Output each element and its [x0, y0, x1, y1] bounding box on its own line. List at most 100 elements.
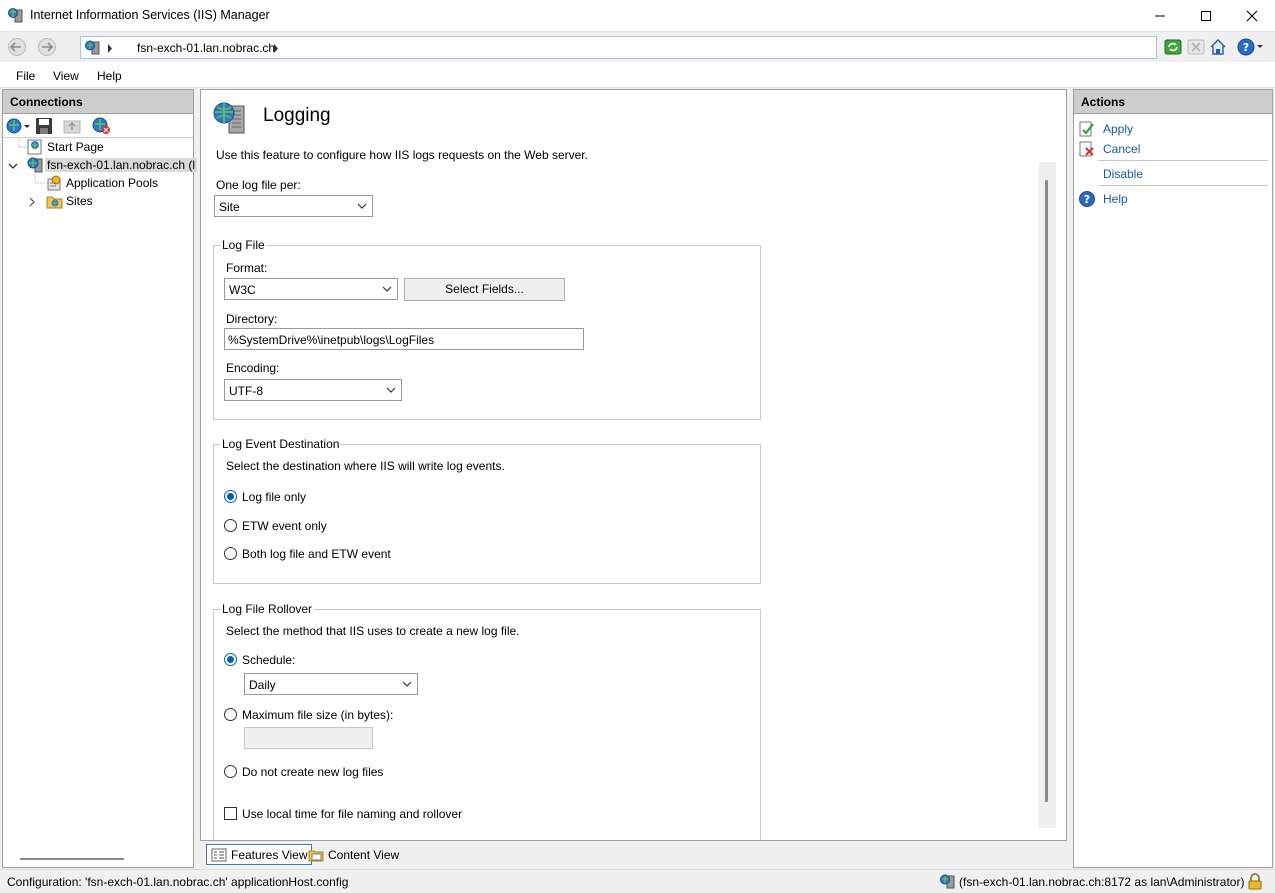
radio-label[interactable]: ETW event only — [242, 519, 327, 533]
rollover-description: Select the method that IIS uses to creat… — [226, 624, 520, 638]
tree-item-server[interactable]: fsn-exch-01.lan.nobrac.ch (l — [3, 156, 198, 174]
maximize-button[interactable] — [1183, 0, 1229, 31]
maximum-file-size-input[interactable] — [244, 727, 373, 749]
actions-title: Actions — [1081, 95, 1126, 109]
radio-label[interactable]: Schedule: — [242, 653, 295, 667]
group-legend: Log Event Destination — [220, 437, 342, 451]
main-vertical-scrollbar[interactable] — [1039, 162, 1056, 828]
tree-label: Start Page — [47, 140, 104, 154]
help-action[interactable]: ? Help — [1078, 190, 1268, 208]
scrollbar-thumb[interactable] — [1045, 180, 1048, 802]
radio-label[interactable]: Log file only — [242, 490, 306, 504]
action-label: Cancel — [1103, 142, 1141, 156]
radio-log-file-only[interactable] — [224, 490, 237, 503]
tree-label: Sites — [66, 194, 93, 208]
chevron-down-icon — [382, 286, 392, 292]
title-bar: Internet Information Services (IIS) Mana… — [0, 0, 1275, 31]
checkbox-label[interactable]: Use local time for file naming and rollo… — [242, 807, 462, 821]
chevron-down-icon[interactable] — [8, 160, 18, 174]
radio-label[interactable]: Do not create new log files — [242, 765, 383, 779]
format-dropdown[interactable]: W3C — [224, 278, 398, 300]
save-icon[interactable] — [35, 117, 53, 138]
chevron-right-icon[interactable] — [28, 196, 36, 210]
tree-item-sites[interactable]: Sites — [3, 192, 193, 210]
server-icon — [85, 40, 101, 58]
menu-help[interactable]: Help — [97, 69, 122, 83]
tab-content-view[interactable]: Content View — [304, 844, 403, 865]
tree-label: Application Pools — [66, 176, 159, 190]
view-tabs: Features View Content View — [200, 842, 1067, 868]
chevron-down-icon — [402, 681, 412, 687]
window-title: Internet Information Services (IIS) Mana… — [30, 8, 270, 22]
directory-input[interactable]: %SystemDrive%\inetpub\logs\LogFiles — [224, 328, 584, 350]
radio-both-log-file-and-etw[interactable] — [224, 547, 237, 560]
radio-schedule[interactable] — [224, 653, 237, 666]
connect-globe-icon[interactable] — [6, 117, 30, 138]
log-file-group: Log File Format: W3C Select Fields... Di… — [213, 238, 761, 420]
svg-text:?: ? — [1243, 41, 1249, 54]
content-view-icon — [308, 850, 324, 861]
stop-icon[interactable] — [1187, 38, 1205, 56]
actions-divider — [1098, 160, 1268, 161]
status-connection: (fsn-exch-01.lan.nobrac.ch:8172 as lan\A… — [959, 875, 1245, 889]
menu-view[interactable]: View — [53, 69, 79, 83]
server-icon — [940, 874, 956, 892]
log-event-destination-group: Log Event Destination Select the destina… — [213, 437, 761, 584]
tree-item-start-page[interactable]: Start Page — [3, 138, 193, 156]
directory-label: Directory: — [226, 312, 278, 326]
action-label: Disable — [1103, 167, 1144, 181]
connections-title: Connections — [10, 95, 83, 109]
feature-description: Use this feature to configure how IIS lo… — [216, 148, 588, 162]
up-level-icon[interactable] — [63, 117, 81, 138]
close-icon — [1246, 10, 1258, 21]
radio-label[interactable]: Maximum file size (in bytes): — [242, 708, 393, 722]
page-title: Logging — [263, 105, 331, 126]
radio-maximum-file-size[interactable] — [224, 708, 237, 721]
svg-text:?: ? — [1084, 193, 1090, 206]
address-box[interactable]: fsn-exch-01.lan.nobrac.ch — [80, 36, 1157, 59]
dropdown-value: UTF-8 — [229, 384, 263, 398]
back-button[interactable] — [4, 36, 30, 58]
help-dropdown-icon[interactable]: ? — [1237, 38, 1263, 56]
help-icon: ? — [1078, 190, 1096, 208]
disconnect-icon[interactable] — [91, 117, 111, 138]
breadcrumb-chevron-icon — [107, 42, 113, 56]
status-bar: Configuration: 'fsn-exch-01.lan.nobrac.c… — [0, 869, 1275, 893]
menu-file[interactable]: File — [16, 69, 35, 83]
local-time-checkbox[interactable] — [224, 807, 237, 820]
tree-item-application-pools[interactable]: Application Pools — [3, 174, 193, 192]
status-configuration: Configuration: 'fsn-exch-01.lan.nobrac.c… — [7, 875, 349, 889]
minimize-button[interactable] — [1137, 0, 1183, 31]
radio-etw-event-only[interactable] — [224, 519, 237, 532]
forward-button[interactable] — [34, 36, 60, 58]
minimize-icon — [1155, 15, 1165, 16]
lock-icon — [1247, 873, 1263, 893]
tab-features-view[interactable]: Features View — [206, 844, 313, 865]
group-legend: Log File Rollover — [220, 602, 315, 616]
encoding-label: Encoding: — [226, 361, 280, 375]
disable-action[interactable]: Disable — [1078, 165, 1268, 183]
one-log-file-per-dropdown[interactable]: Site — [214, 195, 373, 217]
home-icon[interactable] — [1209, 38, 1227, 56]
encoding-dropdown[interactable]: UTF-8 — [224, 379, 402, 401]
connections-horizontal-scrollbar[interactable] — [20, 858, 124, 860]
schedule-dropdown[interactable]: Daily — [244, 673, 418, 695]
format-label: Format: — [226, 261, 268, 275]
radio-do-not-create-new-log-files[interactable] — [224, 765, 237, 778]
destination-description: Select the destination where IIS will wr… — [226, 459, 505, 473]
apply-action[interactable]: Apply — [1078, 120, 1268, 138]
select-fields-button[interactable]: Select Fields... — [404, 278, 565, 301]
chevron-down-icon — [357, 203, 367, 209]
group-legend: Log File — [220, 238, 267, 252]
close-button[interactable] — [1229, 0, 1275, 31]
cancel-action[interactable]: Cancel — [1078, 140, 1268, 158]
breadcrumb-chevron-icon[interactable] — [273, 42, 279, 56]
action-label: Help — [1103, 192, 1128, 206]
one-log-file-per-label: One log file per: — [216, 178, 301, 192]
radio-label[interactable]: Both log file and ETW event — [242, 547, 391, 561]
forward-arrow-icon — [38, 38, 56, 56]
actions-divider — [1098, 185, 1268, 186]
refresh-icon[interactable] — [1164, 38, 1182, 56]
breadcrumb-server[interactable]: fsn-exch-01.lan.nobrac.ch — [137, 41, 275, 55]
chevron-down-icon — [386, 387, 396, 393]
